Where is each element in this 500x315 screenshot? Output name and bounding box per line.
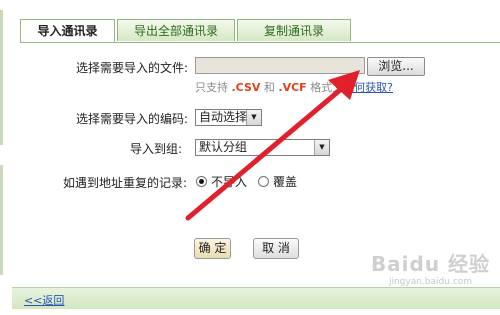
tab-import-contacts[interactable]: 导入通讯录 bbox=[20, 19, 115, 43]
radio-checked-icon[interactable] bbox=[196, 176, 207, 187]
radio-overwrite[interactable]: 覆盖 bbox=[258, 173, 297, 190]
file-path-input[interactable] bbox=[195, 57, 365, 74]
group-label: 导入到组: bbox=[130, 142, 183, 156]
browse-button[interactable]: 浏览... bbox=[367, 57, 425, 76]
cancel-button[interactable]: 取 消 bbox=[253, 238, 299, 259]
encoding-select[interactable]: 自动选择 ▼ bbox=[195, 109, 262, 126]
tab-copy-contacts[interactable]: 复制通讯录 bbox=[237, 19, 351, 41]
encoding-label: 选择需要导入的编码: bbox=[76, 112, 189, 126]
vcf-format: .VCF bbox=[278, 81, 307, 94]
left-edge-decoration bbox=[0, 10, 3, 145]
confirm-button[interactable]: 确 定 bbox=[194, 238, 231, 259]
tab-underline bbox=[20, 42, 500, 43]
back-link[interactable]: <<返回 bbox=[24, 292, 64, 308]
duplicate-label: 如遇到地址重复的记录: bbox=[63, 176, 188, 190]
encoding-select-value: 自动选择 bbox=[199, 110, 248, 124]
file-label: 选择需要导入的文件: bbox=[76, 61, 189, 75]
baidu-jingyan-watermark: Baidu 经验 jingyan.baidu.com bbox=[368, 248, 493, 287]
how-to-get-link[interactable]: 如何获取? bbox=[343, 81, 393, 94]
tab-export-all-contacts[interactable]: 导出全部通讯录 bbox=[117, 19, 235, 41]
group-select-value: 默认分组 bbox=[199, 140, 248, 154]
format-hint: 只支持 .CSV 和 .VCF 格式文如何获取? bbox=[195, 81, 394, 94]
watermark-url: jingyan.baidu.com bbox=[388, 277, 473, 287]
dropdown-arrow-icon: ▼ bbox=[246, 110, 261, 125]
radio-skip[interactable]: 不导入 bbox=[196, 173, 247, 190]
dropdown-arrow-icon: ▼ bbox=[314, 140, 329, 155]
watermark-main: Baidu 经验 bbox=[370, 252, 491, 276]
left-edge-decoration bbox=[0, 165, 3, 275]
group-select[interactable]: 默认分组 ▼ bbox=[195, 139, 330, 156]
footer-bar: <<返回 bbox=[12, 287, 500, 309]
radio-unchecked-icon[interactable] bbox=[258, 176, 269, 187]
csv-format: .CSV bbox=[231, 81, 261, 94]
